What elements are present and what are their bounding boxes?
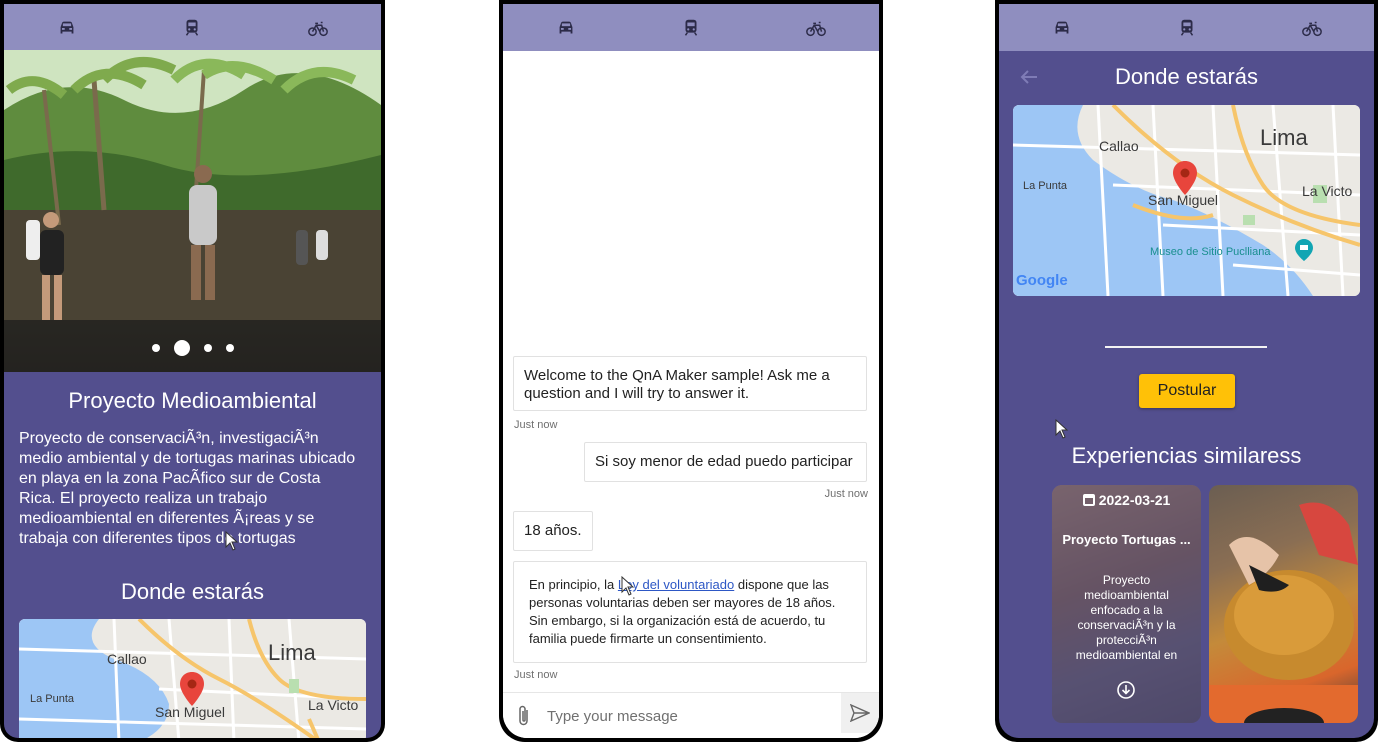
car-icon[interactable] [550, 15, 582, 41]
section-divider [1105, 346, 1267, 348]
experience-card-turtle[interactable] [1209, 485, 1358, 723]
carousel-dot[interactable] [203, 344, 212, 352]
train-icon[interactable] [675, 15, 707, 41]
carousel-indicator [4, 340, 381, 356]
project-photo-carousel[interactable] [4, 50, 381, 372]
calendar-icon [1082, 494, 1095, 506]
train-icon[interactable] [176, 15, 208, 41]
map-label-san-miguel: San Miguel [155, 704, 226, 720]
message-timestamp: Just now [824, 488, 868, 500]
experience-card[interactable]: 2022-03-21 Proyecto Tortugas ... Proyect… [1052, 485, 1201, 723]
transport-nav [503, 4, 879, 51]
send-button[interactable] [841, 693, 879, 733]
card-date: 2022-03-21 [1052, 492, 1201, 508]
google-logo: Google [1016, 272, 1068, 289]
turtle-photo [1209, 502, 1358, 723]
location-map[interactable]: Callao Lima La Punta San Miguel La Victo [19, 619, 366, 738]
car-icon[interactable] [51, 15, 83, 41]
card-description: Proyecto medioambiental enfocado a la co… [1075, 573, 1178, 662]
bicycle-icon[interactable] [302, 15, 334, 41]
map-label-la-punta: La Punta [1023, 180, 1068, 192]
answer-text-start: En principio, la [529, 577, 618, 592]
mouse-cursor-icon [621, 576, 635, 596]
bicycle-icon[interactable] [1296, 15, 1328, 41]
carousel-dot[interactable] [151, 344, 160, 352]
map-label-la-victoria: La Victo [1302, 183, 1353, 199]
carousel-dot-active[interactable] [173, 340, 190, 356]
train-icon[interactable] [1171, 15, 1203, 41]
phone-project-detail: Proyecto Medioambiental Proyecto de cons… [0, 0, 385, 742]
map-label-la-victoria: La Victo [308, 697, 359, 713]
bot-message-answer: En principio, la Ley del voluntariado di… [513, 561, 867, 663]
project-title: Proyecto Medioambiental [68, 388, 317, 413]
message-timestamp: Just now [514, 419, 558, 431]
map-label-callao: Callao [1099, 138, 1139, 154]
send-icon [850, 704, 870, 722]
project-screen: Proyecto Medioambiental Proyecto de cons… [4, 4, 381, 738]
bicycle-icon[interactable] [800, 15, 832, 41]
mouse-cursor-icon [1055, 419, 1069, 439]
bot-message-age: 18 años. [513, 511, 593, 551]
similar-experiences-title: Experiencias similaress [1071, 443, 1302, 468]
chat-screen: Welcome to the QnA Maker sample! Ask me … [503, 4, 879, 738]
transport-nav [4, 4, 381, 51]
message-input[interactable] [547, 701, 827, 731]
where-title: Donde estarás [120, 579, 265, 604]
message-composer [503, 692, 879, 738]
map-pin-icon[interactable] [1173, 161, 1197, 195]
apply-button[interactable]: Postular [1139, 374, 1235, 408]
map-label-lima: Lima [1260, 125, 1308, 150]
map-label-museo: Museo de Sitio Puclliana [1150, 246, 1271, 258]
card-date-text: 2022-03-21 [1098, 492, 1171, 508]
project-description: Proyecto de conservaciÃ³n, investigaciÃ³… [19, 430, 356, 547]
map-label-la-punta: La Punta [30, 693, 75, 705]
card-title: Proyecto Tortugas ... [1062, 532, 1191, 547]
carousel-dot[interactable] [225, 344, 234, 352]
phone-chatbot: Welcome to the QnA Maker sample! Ask me … [499, 0, 883, 742]
museum-pin-icon[interactable] [1295, 239, 1313, 261]
where-title: Donde estarás [1114, 64, 1259, 89]
location-map[interactable]: Callao Lima La Punta San Miguel La Victo… [1013, 105, 1360, 296]
bot-message-welcome: Welcome to the QnA Maker sample! Ask me … [513, 356, 867, 411]
paperclip-icon[interactable] [515, 704, 533, 728]
mouse-cursor-icon [225, 531, 239, 551]
map-pin-icon[interactable] [180, 672, 204, 706]
user-message: Si soy menor de edad puedo participar [584, 442, 867, 482]
volunteer-law-link[interactable]: Ley del voluntariado [618, 577, 734, 592]
transport-nav [999, 4, 1374, 51]
car-icon[interactable] [1046, 15, 1078, 41]
phone-location-detail: Donde estarás Callao Lima La Punta San M… [995, 0, 1378, 742]
map-label-callao: Callao [107, 651, 147, 667]
location-screen: Donde estarás Callao Lima La Punta San M… [999, 4, 1374, 738]
download-icon[interactable] [1116, 680, 1136, 700]
message-timestamp: Just now [514, 669, 558, 681]
map-label-lima: Lima [268, 640, 316, 665]
